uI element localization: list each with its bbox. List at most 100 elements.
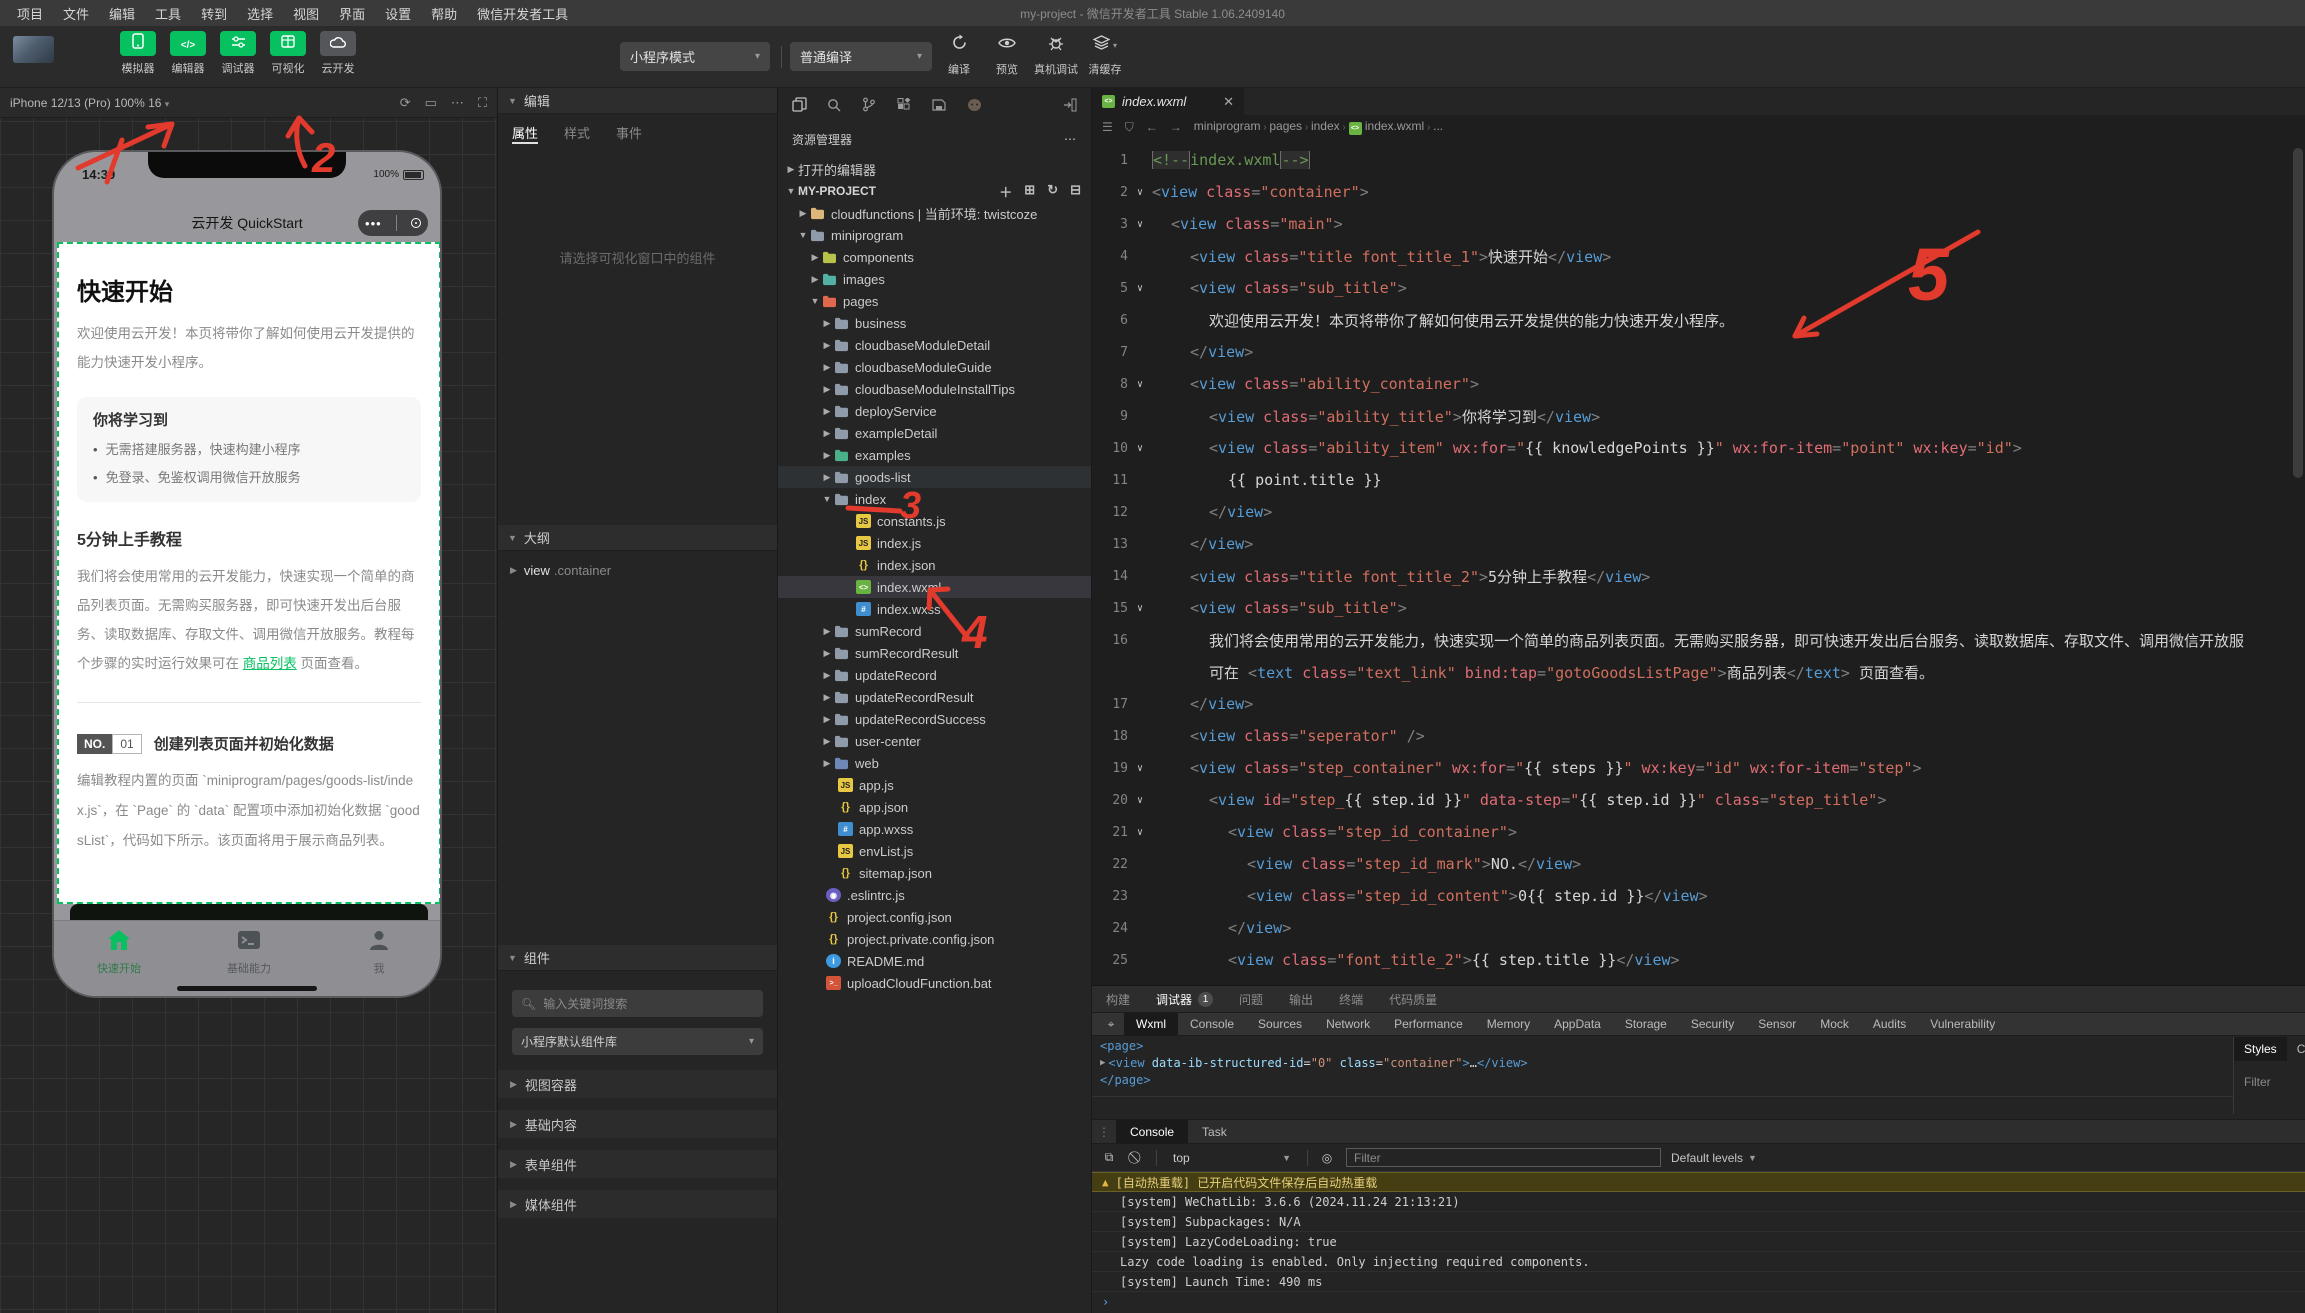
code-line[interactable]: 19 ∨ <view class="step_container" wx:for="… (1092, 752, 2291, 784)
tree-item[interactable]: ▶ cloudbaseModuleDetail (778, 334, 1091, 356)
refresh-icon[interactable]: ↻ (1047, 182, 1058, 201)
tree-item[interactable]: ▶ examples (778, 444, 1091, 466)
devtools-tab[interactable]: 调试器 1 (1156, 991, 1214, 1008)
element-picker-icon[interactable]: ⌖ (1098, 1017, 1124, 1032)
menu-item[interactable]: 选择 (238, 4, 282, 23)
console-row[interactable]: [system] Launch Time: 490 ms (1092, 1272, 2305, 1292)
branch-icon[interactable] (860, 97, 878, 117)
collapse-right-icon[interactable] (1061, 98, 1079, 117)
close-icon[interactable]: ✕ (1223, 94, 1234, 110)
code-line[interactable]: 10 ∨ <view class="ability_item" wx:for="{{… (1092, 432, 2291, 464)
tree-item[interactable]: # app.wxss (778, 818, 1091, 840)
action-compile-icon[interactable]: 编译 (938, 32, 980, 77)
devtools-tab[interactable]: 问题 (1239, 991, 1263, 1008)
fold-icon[interactable]: ∨ (1128, 283, 1152, 294)
devtools-tab[interactable]: 代码质量 (1389, 991, 1437, 1008)
drag-handle-icon[interactable]: ⋮ (1092, 1125, 1116, 1139)
inspector-tab-security[interactable]: Security (1679, 1013, 1746, 1035)
tree-item[interactable]: <> index.wxml (778, 576, 1091, 598)
component-library-select[interactable]: 小程序默认组件库 ▾ (512, 1028, 763, 1055)
inspector-tab-network[interactable]: Network (1314, 1013, 1382, 1035)
code-line[interactable]: 可在 <text class="text_link" bind:tap="got… (1092, 656, 2291, 688)
action-layers-icon[interactable]: ▾ 清缓存 (1084, 32, 1126, 77)
tree-item[interactable]: ▼ miniprogram (778, 224, 1091, 246)
outline-section-header[interactable]: ▼ 大纲 (498, 525, 777, 551)
forward-icon[interactable]: → (1170, 120, 1182, 134)
devtools-tab[interactable]: 构建 (1106, 991, 1130, 1008)
context-select[interactable]: top ▼ (1167, 1148, 1297, 1167)
console-row[interactable]: Lazy code loading is enabled. Only injec… (1092, 1252, 2305, 1272)
code-line[interactable]: 21 ∨ <view class="step_id_container"> (1092, 816, 2291, 848)
tree-item[interactable]: ▼ pages (778, 290, 1091, 312)
toolbar-button-grid-icon[interactable]: 可视化 (268, 31, 308, 76)
code-line[interactable]: 1 <!--index.wxml--> (1092, 144, 2291, 176)
fold-icon[interactable]: ∨ (1128, 443, 1152, 454)
window-icon[interactable]: ▭ (425, 95, 437, 111)
action-eye-icon[interactable]: 预览 (986, 32, 1028, 77)
new-file-icon[interactable]: ＋ (999, 182, 1012, 201)
toolbar-button-phone-icon[interactable]: 模拟器 (118, 31, 158, 76)
menu-item[interactable]: 转到 (192, 4, 236, 23)
menu-item[interactable]: 微信开发者工具 (468, 4, 577, 23)
fold-icon[interactable]: ∨ (1128, 603, 1152, 614)
devtools-tab[interactable]: 终端 (1339, 991, 1363, 1008)
toolbar-button-sliders-icon[interactable]: 调试器 (218, 31, 258, 76)
breadcrumb-item[interactable]: pages (1269, 119, 1302, 133)
tree-item[interactable]: {} sitemap.json (778, 862, 1091, 884)
compile-mode-select[interactable]: 普通编译 ▾ (790, 42, 932, 71)
inspector-tab-performance[interactable]: Performance (1382, 1013, 1475, 1035)
inspector-tab-sensor[interactable]: Sensor (1746, 1013, 1808, 1035)
tree-item[interactable]: ▶ components (778, 246, 1091, 268)
console-panel-tab[interactable]: Task (1188, 1120, 1241, 1143)
code-line[interactable]: 24 </view> (1092, 912, 2291, 944)
clear-console-icon[interactable]: ⃠ (1128, 1150, 1146, 1165)
console-row[interactable]: ▲ [自动热重载] 已开启代码文件保存后自动热重载 (1092, 1172, 2305, 1192)
fold-icon[interactable]: ∨ (1128, 827, 1152, 838)
component-section[interactable]: ▶ 视图容器 (498, 1070, 777, 1098)
menu-item[interactable]: 编辑 (100, 4, 144, 23)
breadcrumb-item[interactable]: <> index.wxml (1348, 119, 1424, 135)
expand-icon[interactable]: ⛶ (478, 95, 487, 111)
fold-icon[interactable]: ∨ (1128, 219, 1152, 230)
extensions-icon[interactable] (895, 96, 913, 117)
code-line[interactable]: 5 ∨ <view class="sub_title"> (1092, 272, 2291, 304)
tree-item[interactable]: {} project.config.json (778, 906, 1091, 928)
files-icon[interactable] (790, 97, 808, 117)
editor-scrollbar[interactable] (2293, 148, 2303, 478)
save-icon[interactable] (930, 98, 948, 117)
tree-item[interactable]: JS envList.js (778, 840, 1091, 862)
console-filter-input[interactable]: Filter (1346, 1148, 1661, 1167)
code-line[interactable]: 22 <view class="step_id_mark">NO.</view> (1092, 848, 2291, 880)
code-line[interactable]: 9 <view class="ability_title">你将学习到</view… (1092, 400, 2291, 432)
tree-item[interactable]: JS constants.js (778, 510, 1091, 532)
edit-tab[interactable]: 事件 (616, 123, 642, 144)
wxml-node[interactable]: ▶ <view data-ib-structured-id = "0" class = "… (1092, 1054, 2233, 1071)
menu-item[interactable]: 视图 (284, 4, 328, 23)
styles-tab[interactable]: Co (2287, 1037, 2305, 1061)
tree-item[interactable]: JS app.js (778, 774, 1091, 796)
back-icon[interactable]: ← (1146, 120, 1158, 134)
new-folder-icon[interactable]: ⊞ (1024, 182, 1035, 201)
tree-item[interactable]: ▶ sumRecordResult (778, 642, 1091, 664)
styles-filter[interactable]: Filter (2244, 1075, 2305, 1089)
tree-item[interactable]: {} index.json (778, 554, 1091, 576)
edit-tab[interactable]: 属性 (512, 123, 539, 144)
tree-item[interactable]: ▶ 打开的编辑器 (778, 158, 1091, 180)
console-panel-tab[interactable]: Console (1116, 1120, 1189, 1143)
code-line[interactable]: 23 <view class="step_id_content">0{{ step… (1092, 880, 2291, 912)
console-row[interactable]: [system] LazyCodeLoading: true (1092, 1232, 2305, 1252)
inspector-tab-console[interactable]: Console (1178, 1013, 1246, 1035)
styles-tab[interactable]: Styles (2234, 1037, 2287, 1061)
phone-tab-2[interactable]: 基础能力 (204, 929, 294, 976)
goods-list-link[interactable]: 商品列表 (243, 656, 297, 671)
component-search-input[interactable]: 🔍︎ 输入关键词搜索 (512, 990, 763, 1017)
code-line[interactable]: 7 </view> (1092, 336, 2291, 368)
rotate-icon[interactable]: ⟳ (400, 95, 411, 111)
tree-item[interactable]: ◉ .eslintrc.js (778, 884, 1091, 906)
user-avatar[interactable] (13, 36, 54, 63)
tree-item[interactable]: i README.md (778, 950, 1091, 972)
eval-context-icon[interactable]: ⧉ (1100, 1150, 1118, 1165)
tree-item[interactable]: ▶ updateRecordSuccess (778, 708, 1091, 730)
breadcrumb-item[interactable]: ... (1433, 119, 1443, 133)
inspector-tab-wxml[interactable]: Wxml (1124, 1013, 1178, 1035)
